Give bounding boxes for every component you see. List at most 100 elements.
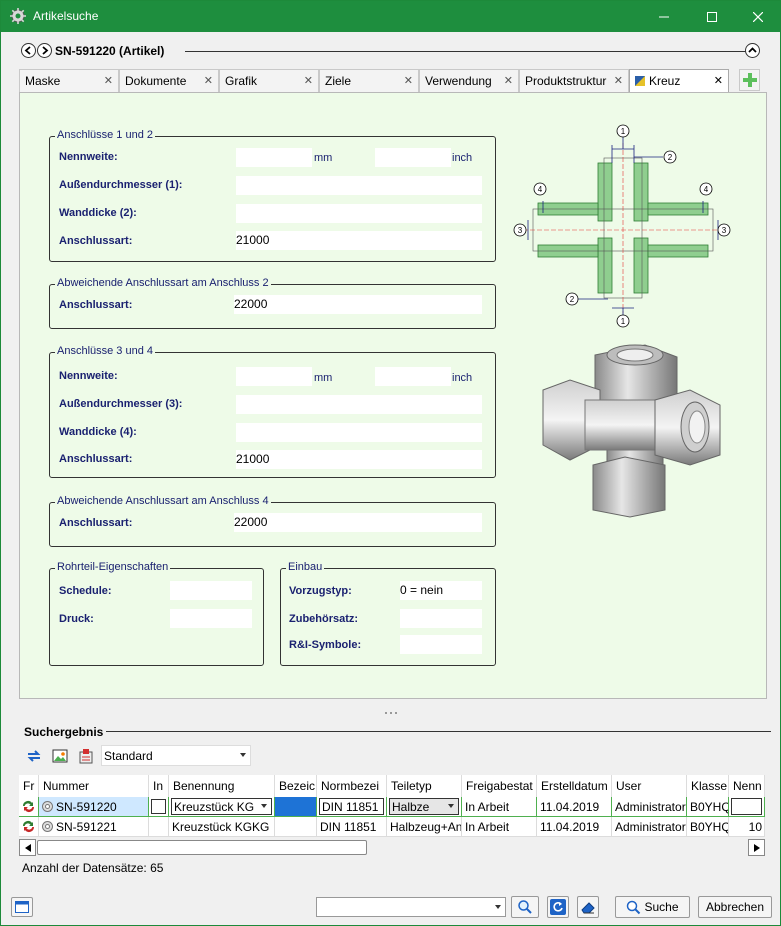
nennweite-inch-input[interactable] — [375, 367, 451, 386]
ri-symbole-input[interactable] — [400, 635, 482, 654]
anschlussart-input[interactable]: 21000 — [236, 450, 482, 469]
column-header[interactable]: Bezeic — [275, 775, 317, 797]
search-button[interactable]: Suche — [615, 896, 690, 918]
nummer-cell[interactable]: SN-591221 — [39, 817, 149, 837]
benennung-cell[interactable]: Kreuzstück KG — [169, 797, 275, 817]
anschlussart-4-input[interactable]: 22000 — [234, 513, 482, 532]
datum-cell[interactable]: 11.04.2019 — [537, 817, 612, 837]
tab-grafik[interactable]: Grafik ✕ — [219, 69, 319, 92]
user-cell[interactable]: Administrator — [612, 797, 687, 817]
teiletyp-cell[interactable]: Halbze — [387, 797, 462, 817]
bezeichnung-cell[interactable] — [275, 817, 317, 837]
group-title: Anschlüsse 3 und 4 — [55, 345, 156, 357]
in-cell[interactable] — [149, 817, 169, 837]
table-row[interactable]: SN-591220 Kreuzstück KG DIN 11851 Halbze… — [19, 797, 765, 817]
bezeichnung-cell[interactable] — [275, 797, 317, 817]
tab-close-icon[interactable]: ✕ — [504, 74, 513, 87]
norm-cell[interactable]: DIN 11851 — [317, 817, 387, 837]
column-header[interactable]: Freigabestat — [462, 775, 537, 797]
vorzugstyp-input[interactable]: 0 = nein — [400, 581, 482, 600]
tab-ziele[interactable]: Ziele ✕ — [319, 69, 419, 92]
collapse-button[interactable] — [745, 43, 760, 58]
nenn-cell[interactable] — [729, 797, 765, 817]
window-toggle-button[interactable] — [11, 897, 33, 917]
column-header[interactable]: Erstelldatum — [537, 775, 612, 797]
column-header[interactable]: In — [149, 775, 169, 797]
nennweite-inch-input[interactable] — [375, 148, 451, 167]
norm-value: DIN 11851 — [322, 800, 379, 814]
nenn-cell[interactable]: 10 — [729, 817, 765, 837]
wanddicke-input[interactable] — [236, 423, 482, 442]
schedule-input[interactable] — [170, 581, 252, 600]
nennweite-mm-input[interactable] — [236, 148, 312, 167]
in-checkbox[interactable] — [151, 799, 166, 814]
record-count: Anzahl der Datensätze: 65 — [22, 861, 164, 875]
column-header[interactable]: Benennung — [169, 775, 275, 797]
column-header[interactable]: Fr — [19, 775, 39, 797]
wanddicke-input[interactable] — [236, 204, 482, 223]
close-button[interactable] — [735, 1, 781, 32]
image-view-icon[interactable] — [51, 747, 69, 765]
forward-button[interactable] — [37, 43, 52, 58]
saved-search-select[interactable] — [316, 897, 506, 917]
column-header[interactable]: Teiletyp — [387, 775, 462, 797]
back-button[interactable] — [21, 43, 36, 58]
add-tab-button[interactable] — [739, 69, 760, 91]
tab-kreuz[interactable]: Kreuz ✕ — [629, 69, 729, 92]
freigabe-cell[interactable]: In Arbeit — [462, 797, 537, 817]
klasse-cell[interactable]: B0YHQ — [687, 797, 729, 817]
scroll-left-button[interactable] — [19, 839, 36, 856]
refresh-arrows-icon[interactable] — [25, 747, 43, 765]
tab-close-icon[interactable]: ✕ — [304, 74, 313, 87]
teiletyp-cell[interactable]: Halbzeug+An — [387, 817, 462, 837]
benennung-select[interactable]: Kreuzstück KG — [171, 798, 272, 815]
tab-close-icon[interactable]: ✕ — [104, 74, 113, 87]
minimize-button[interactable] — [641, 1, 687, 32]
eraser-button[interactable] — [577, 896, 599, 918]
column-header[interactable]: Klasse — [687, 775, 729, 797]
aussendurchmesser-input[interactable] — [236, 176, 482, 195]
tab-close-icon[interactable]: ✕ — [714, 74, 723, 87]
nennweite-mm-input[interactable] — [236, 367, 312, 386]
benennung-cell[interactable]: Kreuzstück KGKG — [169, 817, 275, 837]
in-cell[interactable] — [149, 797, 169, 817]
tab-verwendung[interactable]: Verwendung ✕ — [419, 69, 519, 92]
column-header[interactable]: Nenn — [729, 775, 765, 797]
user-cell[interactable]: Administrator — [612, 817, 687, 837]
maximize-button[interactable] — [689, 1, 735, 32]
tab-produktstruktur[interactable]: Produktstruktur ✕ — [519, 69, 629, 92]
tab-close-icon[interactable]: ✕ — [204, 74, 213, 87]
tab-close-icon[interactable]: ✕ — [404, 74, 413, 87]
column-header[interactable]: User — [612, 775, 687, 797]
part-gear-icon — [42, 801, 53, 812]
teiletyp-select[interactable]: Halbze — [389, 798, 459, 815]
anschlussart-input[interactable]: 21000 — [236, 231, 482, 250]
view-select[interactable]: Standard — [101, 745, 251, 766]
tab-maske[interactable]: Maske ✕ — [19, 69, 119, 92]
column-header[interactable]: Nummer — [39, 775, 149, 797]
splitter[interactable] — [1, 709, 780, 717]
scroll-right-button[interactable] — [748, 839, 765, 856]
tab-dokumente[interactable]: Dokumente ✕ — [119, 69, 219, 92]
tab-close-icon[interactable]: ✕ — [614, 74, 623, 87]
horizontal-scrollbar[interactable] — [19, 839, 765, 856]
datum-cell[interactable]: 11.04.2019 — [537, 797, 612, 817]
header-divider — [185, 51, 751, 52]
table-row[interactable]: SN-591221 Kreuzstück KGKG DIN 11851 Halb… — [19, 817, 765, 837]
freigabe-cell[interactable]: In Arbeit — [462, 817, 537, 837]
druck-input[interactable] — [170, 609, 252, 628]
zubehoersatz-input[interactable] — [400, 609, 482, 628]
cancel-button[interactable]: Abbrechen — [698, 896, 772, 918]
anschlussart-2-input[interactable]: 22000 — [234, 295, 482, 314]
nummer-cell[interactable]: SN-591220 — [39, 797, 149, 817]
nenn-field[interactable] — [731, 798, 762, 815]
export-icon[interactable] — [77, 747, 95, 765]
klasse-cell[interactable]: B0YHQ — [687, 817, 729, 837]
aussendurchmesser-input[interactable] — [236, 395, 482, 414]
norm-field[interactable]: DIN 11851 — [319, 798, 384, 815]
column-header[interactable]: Normbezei — [317, 775, 387, 797]
scroll-thumb[interactable] — [37, 840, 367, 855]
search-options-button[interactable] — [511, 896, 539, 918]
norm-cell[interactable]: DIN 11851 — [317, 797, 387, 817]
reset-button[interactable] — [547, 896, 569, 918]
